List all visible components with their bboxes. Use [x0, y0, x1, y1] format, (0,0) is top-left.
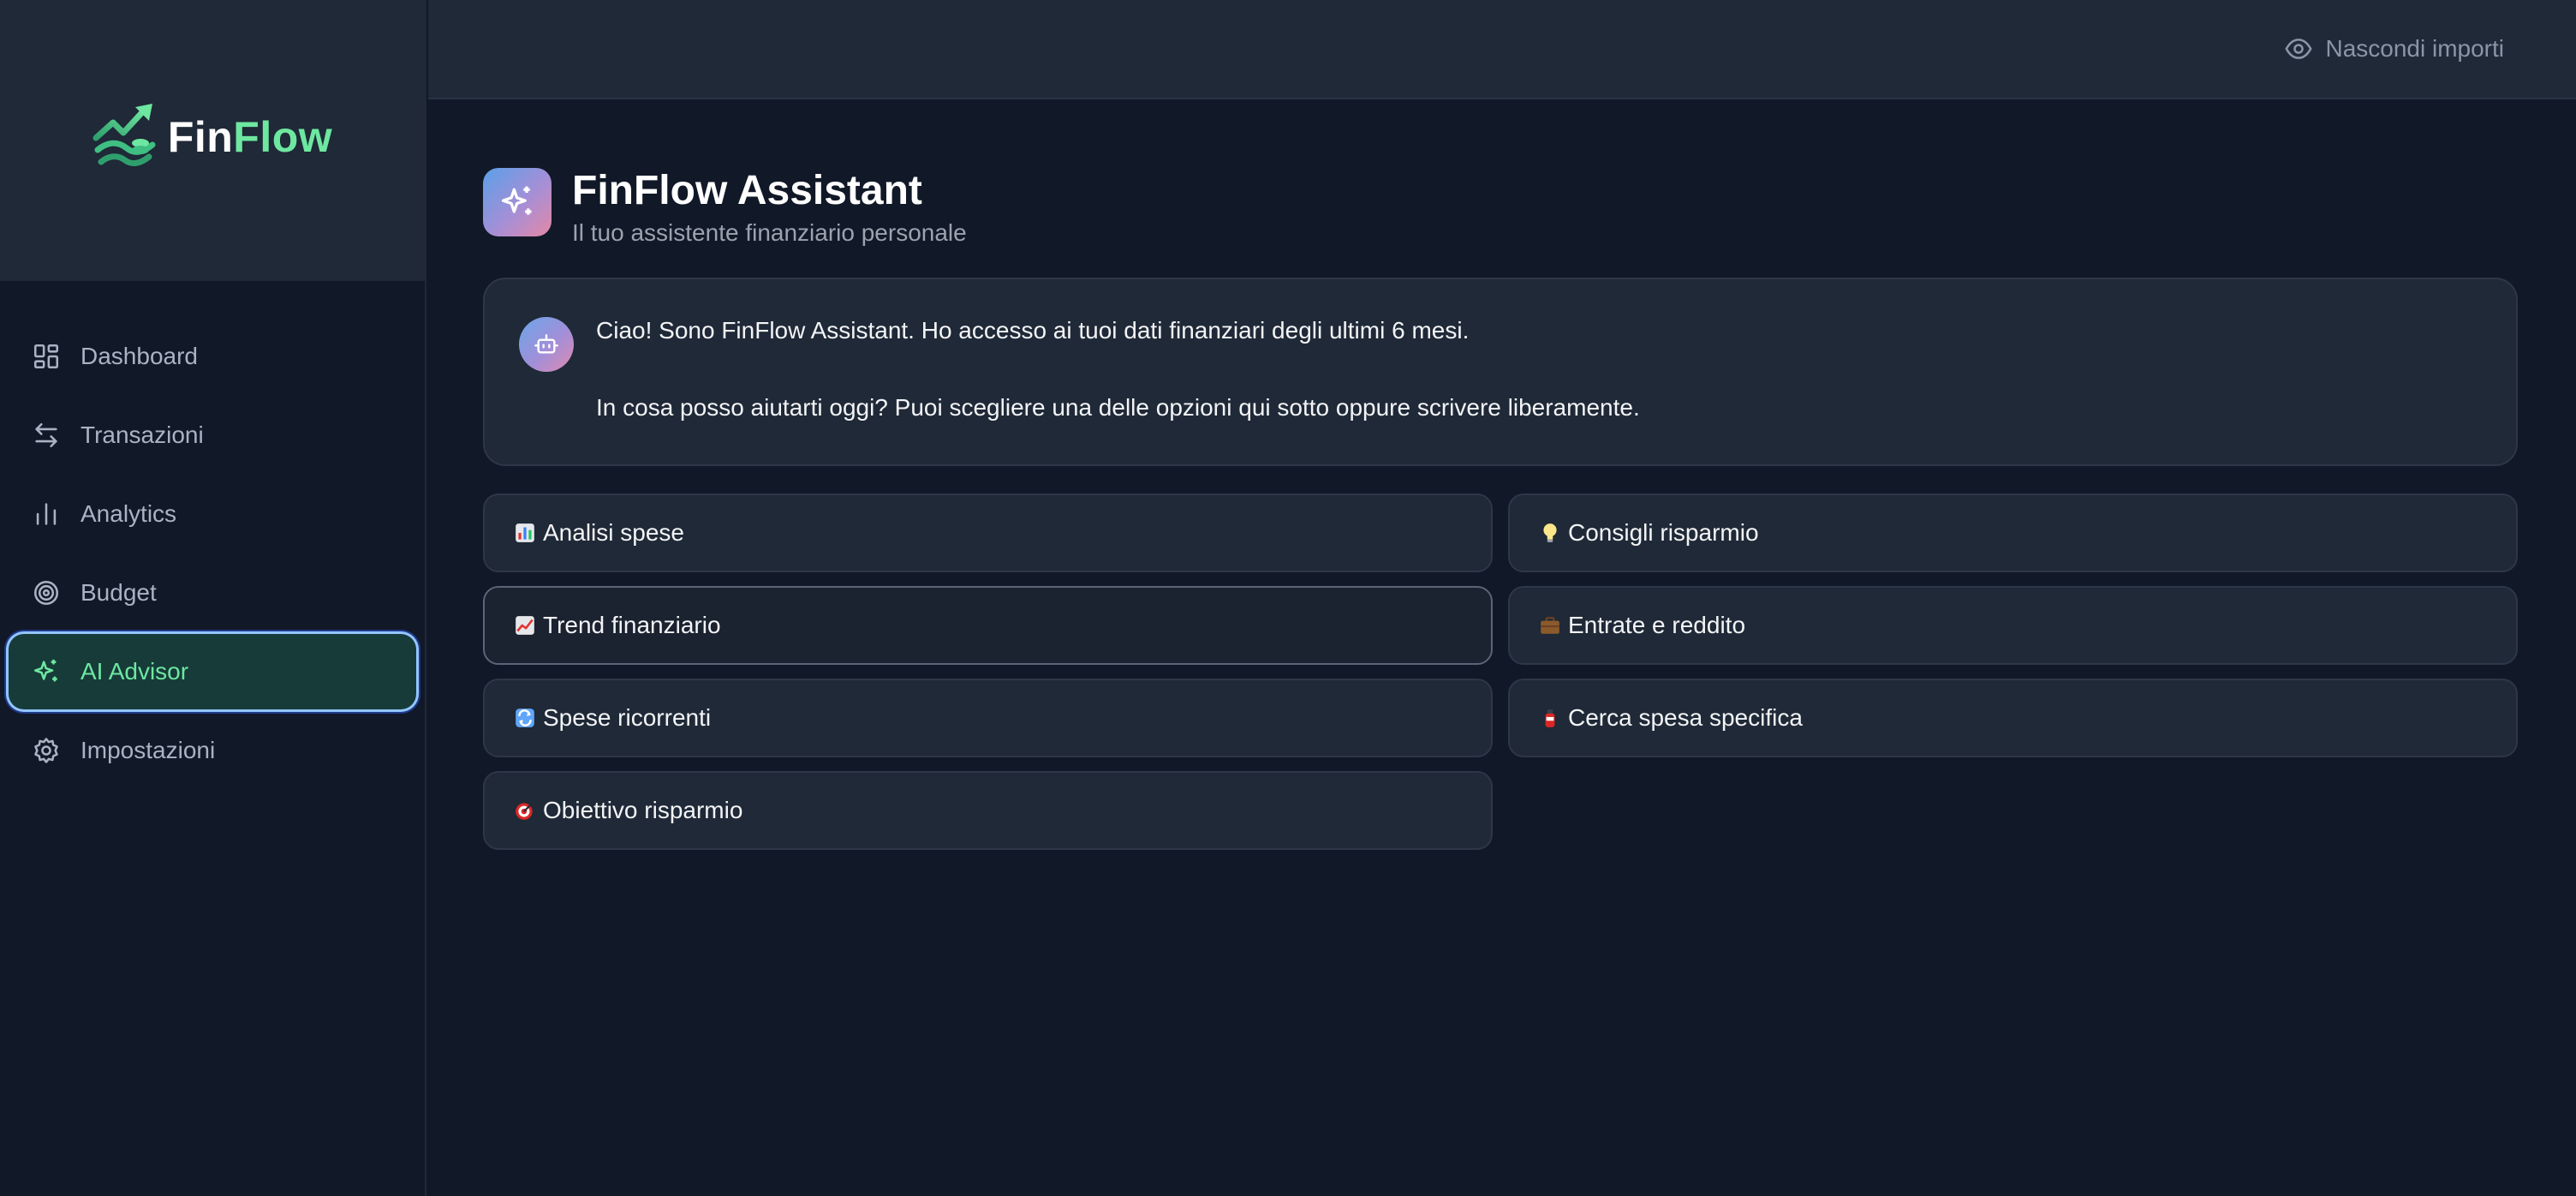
finflow-logo-icon [92, 104, 156, 166]
sidebar-item-label: AI Advisor [80, 658, 189, 685]
option-obiettivo-risparmio[interactable]: Obiettivo risparmio [483, 771, 1493, 850]
assistant-sparkles-icon [483, 168, 552, 236]
option-consigli-risparmio[interactable]: Consigli risparmio [1508, 493, 2518, 572]
dart-target-emoji-icon [512, 798, 538, 823]
option-label: Entrate e reddito [1568, 612, 1746, 638]
target-icon [31, 577, 62, 608]
repeat-emoji-icon [512, 705, 538, 731]
sidebar-item-label: Transazioni [80, 422, 204, 448]
sidebar-item-transazioni[interactable]: Transazioni [9, 398, 416, 473]
robot-icon [534, 334, 558, 354]
sidebar-item-label: Dashboard [80, 343, 198, 369]
dashboard-icon [31, 341, 62, 372]
gear-icon [31, 735, 62, 766]
bar-chart-emoji-icon [512, 520, 538, 546]
sidebar-item-dashboard[interactable]: Dashboard [9, 319, 416, 394]
hide-amounts-label: Nascondi importi [2325, 35, 2504, 62]
hide-amounts-toggle[interactable]: Nascondi importi [2284, 34, 2504, 63]
option-label: Obiettivo risparmio [543, 797, 743, 823]
option-entrate-reddito[interactable]: Entrate e reddito [1508, 586, 2518, 665]
page-title: FinFlow Assistant [572, 168, 922, 213]
message-line-2: In cosa posso aiutarti oggi? Puoi scegli… [596, 394, 1640, 421]
option-cerca-spesa[interactable]: Cerca spesa specifica [1508, 679, 2518, 757]
sidebar-item-ai-advisor[interactable]: AI Advisor [9, 634, 416, 709]
lightbulb-emoji-icon [1537, 520, 1563, 546]
sidebar-nav: Dashboard Transazioni Analytics Budget A… [0, 281, 425, 788]
brand-logo-link[interactable]: FinFlow [92, 100, 332, 174]
page-subtitle: Il tuo assistente finanziario personale [572, 219, 967, 246]
brand-header: FinFlow [0, 0, 425, 281]
chart-increasing-emoji-icon [512, 613, 538, 638]
option-label: Cerca spesa specifica [1568, 704, 1803, 731]
sidebar-item-label: Impostazioni [80, 737, 216, 763]
option-label: Analisi spese [543, 519, 684, 546]
assistant-header-text: FinFlow Assistant Il tuo assistente fina… [572, 164, 967, 248]
sidebar: FinFlow Dashboard Transazioni Analytics … [0, 0, 426, 1196]
sidebar-item-impostazioni[interactable]: Impostazioni [9, 713, 416, 788]
option-spese-ricorrenti[interactable]: Spese ricorrenti [483, 679, 1493, 757]
assistant-header: FinFlow Assistant Il tuo assistente fina… [483, 164, 2518, 248]
option-trend-finanziario[interactable]: Trend finanziario [483, 586, 1493, 665]
bot-avatar [519, 317, 574, 372]
sidebar-item-label: Budget [80, 579, 157, 606]
bar-chart-icon [31, 499, 62, 529]
app-root: FinFlow Dashboard Transazioni Analytics … [0, 0, 2576, 1196]
assistant-message: Ciao! Sono FinFlow Assistant. Ho accesso… [483, 278, 2518, 466]
arrows-exchange-icon [31, 420, 62, 451]
quick-options-grid: Analisi spese Consigli risparmio Trend f… [483, 493, 2518, 850]
option-label: Spese ricorrenti [543, 704, 712, 731]
sidebar-item-label: Analytics [80, 500, 177, 527]
option-label: Trend finanziario [543, 612, 721, 638]
option-label: Consigli risparmio [1568, 519, 1759, 546]
message-line-1: Ciao! Sono FinFlow Assistant. Ho accesso… [596, 317, 1470, 344]
eye-icon [2285, 39, 2313, 59]
sidebar-item-analytics[interactable]: Analytics [9, 476, 416, 552]
top-bar: Nascondi importi [428, 0, 2576, 99]
main-content: FinFlow Assistant Il tuo assistente fina… [483, 99, 2518, 850]
brand-name: FinFlow [168, 112, 332, 162]
fire-extinguisher-emoji-icon [1537, 705, 1563, 731]
sparkles-icon [31, 656, 62, 687]
option-analisi-spese[interactable]: Analisi spese [483, 493, 1493, 572]
briefcase-emoji-icon [1537, 613, 1563, 638]
brand-name-flow: Flow [233, 113, 333, 161]
brand-name-fin: Fin [167, 113, 234, 161]
sidebar-item-budget[interactable]: Budget [9, 555, 416, 631]
